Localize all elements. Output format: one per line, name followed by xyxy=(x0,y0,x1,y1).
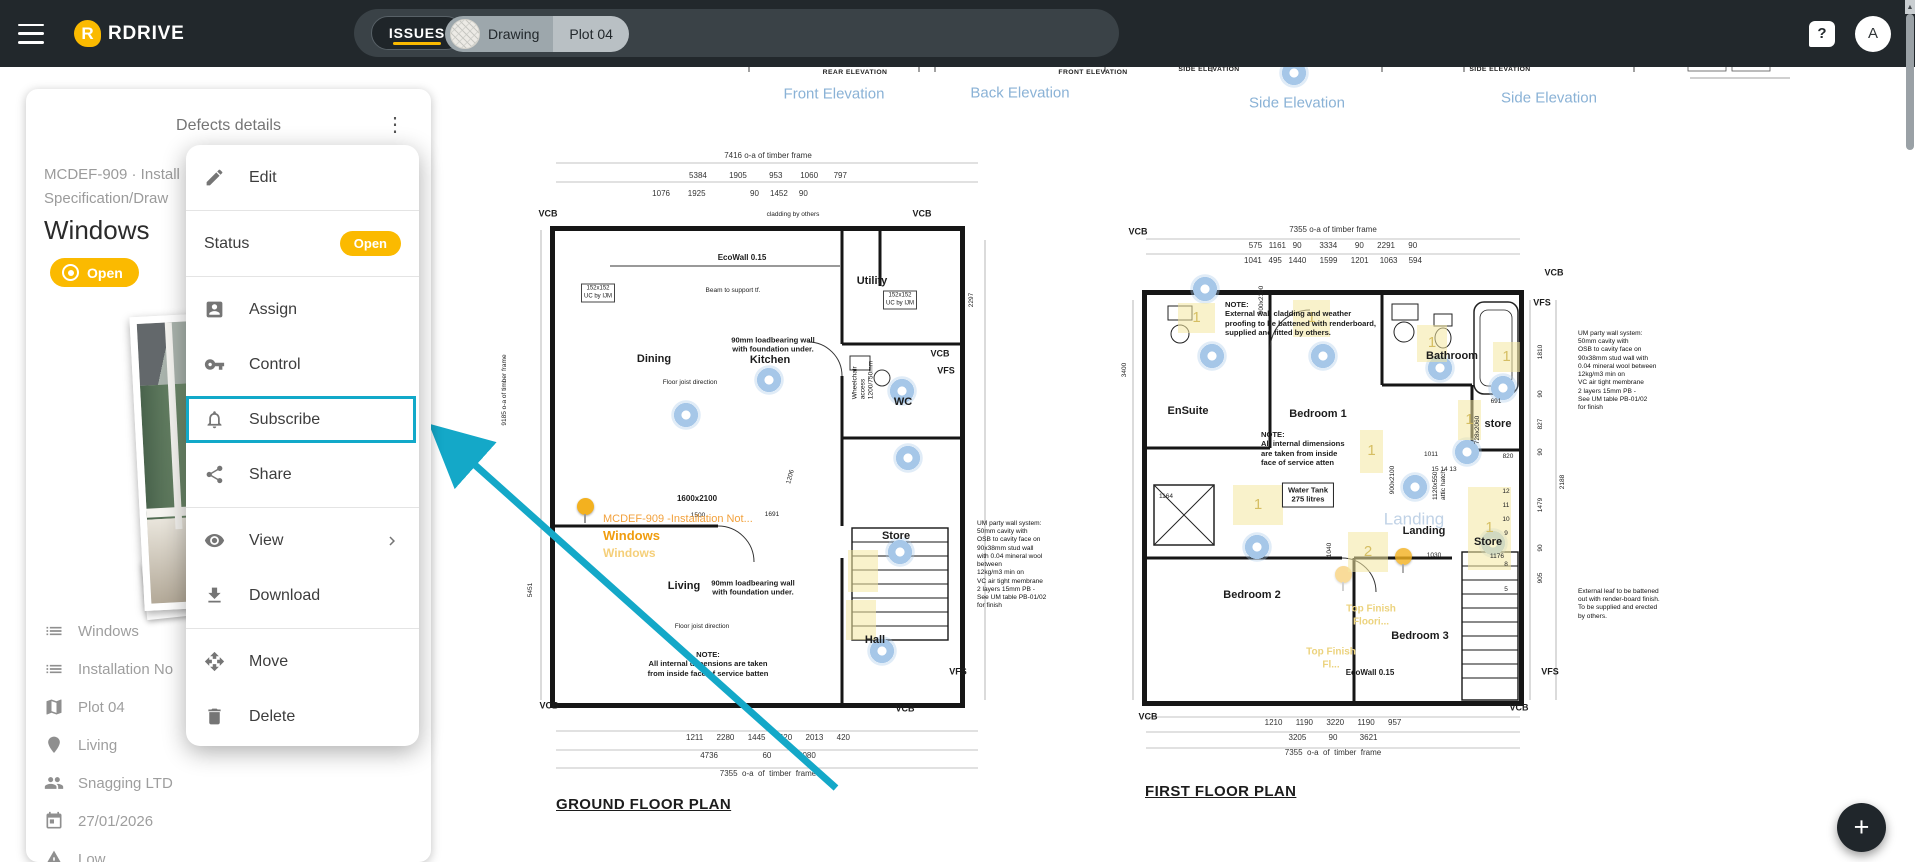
calendar-icon xyxy=(46,811,62,829)
assign-icon xyxy=(206,301,223,318)
eye-icon xyxy=(204,533,225,548)
menu-item-move[interactable]: Move xyxy=(186,634,419,689)
attribute-label: Living xyxy=(78,736,118,754)
trash-icon xyxy=(208,708,221,725)
attribute-label: Low xyxy=(78,850,106,862)
defect-pin-icon[interactable] xyxy=(1334,565,1352,591)
menu-item-label: Download xyxy=(249,586,321,604)
defect-marker-icon[interactable] xyxy=(885,537,915,567)
status-badge-label: Open xyxy=(87,264,123,281)
add-defect-fab[interactable]: + xyxy=(1837,803,1886,852)
list-icon xyxy=(46,664,62,674)
top-bar: R RDRIVE ISSUES Drawing Plot 04 ? A xyxy=(0,0,1915,67)
menu-item-download[interactable]: Download xyxy=(186,568,419,623)
key-icon xyxy=(204,359,225,370)
menu-item-edit[interactable]: Edit xyxy=(186,150,419,205)
defect-marker-icon[interactable] xyxy=(1197,341,1227,371)
chevron-right-icon xyxy=(389,536,395,545)
defect-marker-icon[interactable] xyxy=(1190,274,1220,304)
menu-item-label: Assign xyxy=(249,300,298,318)
menu-item-label: Delete xyxy=(249,707,296,725)
menu-item-label: Edit xyxy=(249,168,277,186)
defect-marker-icon[interactable] xyxy=(887,376,917,406)
menu-item-label: Share xyxy=(249,465,292,483)
defect-marker-icon[interactable] xyxy=(1242,532,1272,562)
menu-icon[interactable] xyxy=(18,23,44,44)
status-badge[interactable]: Open xyxy=(50,258,139,287)
defect-marker-icon[interactable] xyxy=(893,443,923,473)
avatar[interactable]: A xyxy=(1855,15,1891,52)
defect-marker-icon[interactable] xyxy=(1478,528,1508,558)
list-icon xyxy=(46,626,62,636)
tab-plot-04-label: Plot 04 xyxy=(569,26,613,42)
bell-icon xyxy=(207,411,222,429)
defect-marker-icon[interactable] xyxy=(1308,341,1338,371)
rdrive-logo-icon: R xyxy=(74,20,101,47)
menu-item-label: Subscribe xyxy=(249,410,321,428)
rdrive-logo-text: RDRIVE xyxy=(108,22,185,44)
open-tabs: Drawing Plot 04 xyxy=(445,16,629,52)
tab-plot-04[interactable]: Plot 04 xyxy=(553,16,629,52)
selected-defect-pin-icon[interactable] xyxy=(576,497,594,523)
menu-divider xyxy=(186,210,419,211)
team-icon xyxy=(44,777,64,789)
menu-divider xyxy=(186,507,419,508)
download-icon xyxy=(208,587,221,603)
menu-item-share[interactable]: Share xyxy=(186,447,419,502)
menu-item-subscribe[interactable]: Subscribe xyxy=(186,392,419,447)
attribute-row[interactable]: Low xyxy=(44,840,413,862)
edit-icon xyxy=(206,169,223,186)
menu-divider xyxy=(186,276,419,277)
attribute-row[interactable]: 27/01/2026 xyxy=(44,802,413,840)
share-icon xyxy=(206,465,223,484)
defect-marker-icon[interactable] xyxy=(1452,437,1482,467)
workspace-pill: ISSUES Drawing Plot 04 xyxy=(354,9,1119,57)
menu-item-assign[interactable]: Assign xyxy=(186,282,419,337)
attribute-label: Windows xyxy=(78,622,139,640)
attribute-label: Plot 04 xyxy=(78,698,125,716)
kebab-menu-icon[interactable]: ⋮ xyxy=(379,113,411,137)
menu-item-delete[interactable]: Delete xyxy=(186,689,419,744)
defect-marker-icon[interactable] xyxy=(1488,373,1518,403)
drawing-thumbnail-icon xyxy=(450,19,480,49)
defect-marker-icon[interactable] xyxy=(1425,353,1455,383)
attribute-label: Snagging LTD xyxy=(78,774,173,792)
tab-drawing[interactable]: Drawing xyxy=(445,16,554,52)
scrollbar[interactable]: ▲ xyxy=(1905,0,1915,862)
tab-drawing-label: Drawing xyxy=(488,26,540,42)
menu-item-control[interactable]: Control xyxy=(186,337,419,392)
attribute-label: 27/01/2026 xyxy=(78,812,154,830)
move-icon xyxy=(204,651,225,672)
rdrive-logo[interactable]: R RDRIVE xyxy=(74,20,185,47)
attribute-row[interactable]: Snagging LTD xyxy=(44,764,413,802)
defect-context-menu: Edit Status Open Assign Control Subscrib… xyxy=(186,145,419,746)
menu-item-view[interactable]: View xyxy=(186,513,419,568)
defect-marker-icon[interactable] xyxy=(1400,472,1430,502)
status-open-badge[interactable]: Open xyxy=(339,231,401,256)
status-icon xyxy=(62,264,79,281)
menu-item-status[interactable]: Status Open xyxy=(186,216,419,271)
help-icon[interactable]: ? xyxy=(1809,20,1835,47)
menu-divider xyxy=(186,628,419,629)
panel-title: Defects details xyxy=(176,117,281,134)
attribute-label: Installation No xyxy=(78,660,174,678)
app-root: 111111121 REAR ELEVATION FRONT ELEVATION S… xyxy=(0,0,1915,862)
location-pin-icon xyxy=(48,736,60,753)
menu-item-label: Control xyxy=(249,355,301,373)
priority-warning-icon xyxy=(47,850,61,862)
menu-item-label: View xyxy=(249,531,284,549)
scrollbar-thumb[interactable] xyxy=(1906,14,1914,150)
scrollbar-up-icon[interactable]: ▲ xyxy=(1905,0,1915,14)
defect-marker-icon[interactable] xyxy=(671,400,701,430)
defect-marker-icon[interactable] xyxy=(754,365,784,395)
menu-item-label: Move xyxy=(249,652,289,670)
defect-pin-icon[interactable] xyxy=(1394,547,1412,573)
defect-marker-icon[interactable] xyxy=(867,636,897,666)
map-icon xyxy=(46,699,62,715)
menu-item-label: Status xyxy=(204,234,250,252)
